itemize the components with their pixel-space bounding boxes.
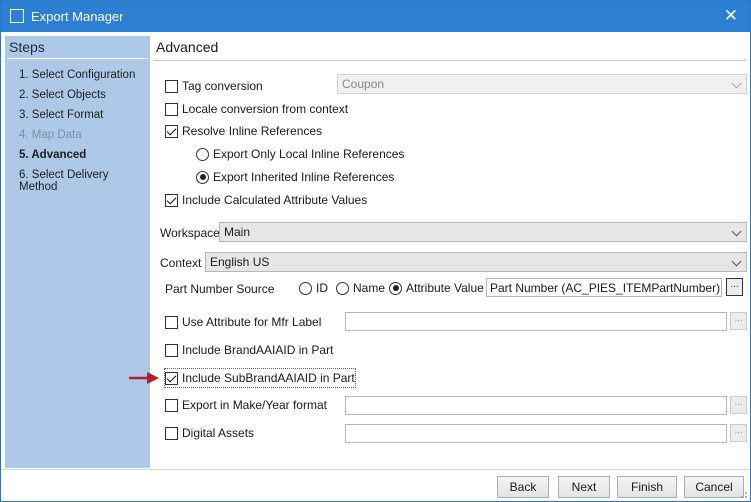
export-local-row[interactable]: Export Only Local Inline References bbox=[196, 145, 404, 163]
back-button[interactable]: Back bbox=[497, 476, 549, 498]
workspace-value: Main bbox=[224, 225, 251, 239]
step-select-configuration[interactable]: 1. Select Configuration bbox=[19, 69, 150, 89]
pns-name-radio[interactable] bbox=[336, 281, 349, 295]
app-icon bbox=[10, 9, 24, 23]
include-subbrand-row[interactable]: Include SubBrandAAIAID in Part bbox=[164, 368, 356, 388]
advanced-content: Advanced Tag conversion Coupon Locale co… bbox=[151, 32, 750, 469]
locale-conversion-checkbox[interactable] bbox=[165, 102, 178, 116]
export-local-radio[interactable] bbox=[196, 147, 209, 161]
include-calculated-row[interactable]: Include Calculated Attribute Values bbox=[165, 191, 367, 209]
locale-conversion-label: Locale conversion from context bbox=[182, 102, 349, 116]
use-attribute-mfr-checkbox[interactable] bbox=[165, 315, 178, 329]
include-brand-label: Include BrandAAIAID in Part bbox=[182, 343, 334, 357]
part-number-attribute-field[interactable]: Part Number (AC_PIES_ITEMPartNumber) bbox=[486, 278, 722, 297]
include-brand-checkbox[interactable] bbox=[165, 343, 178, 357]
context-combo[interactable]: English US bbox=[205, 252, 747, 272]
include-calculated-checkbox[interactable] bbox=[165, 193, 178, 207]
resolve-inline-label: Resolve Inline References bbox=[182, 124, 323, 138]
pns-name-option[interactable]: Name bbox=[336, 279, 385, 297]
digital-assets-browse-button: ... bbox=[730, 424, 747, 442]
digital-assets-row[interactable]: Digital Assets bbox=[165, 424, 254, 442]
next-button[interactable]: Next bbox=[558, 476, 610, 498]
resolve-inline-row[interactable]: Resolve Inline References bbox=[165, 122, 322, 140]
make-year-label: Export in Make/Year format bbox=[182, 398, 327, 412]
workspace-combo[interactable]: Main bbox=[219, 222, 747, 242]
pns-id-radio[interactable] bbox=[299, 281, 312, 295]
include-calculated-label: Include Calculated Attribute Values bbox=[182, 193, 368, 207]
include-subbrand-checkbox[interactable] bbox=[165, 371, 178, 385]
title-bar: Export Manager ✕ bbox=[1, 1, 750, 32]
make-year-field bbox=[345, 396, 727, 415]
chevron-down-icon bbox=[731, 226, 742, 237]
make-year-browse-button: ... bbox=[730, 396, 747, 414]
step-map-data: 4. Map Data bbox=[19, 129, 82, 141]
mfr-browse-button: ... bbox=[730, 312, 747, 330]
section-title: Advanced bbox=[156, 39, 219, 55]
export-manager-window: Export Manager ✕ Steps 1. Select Configu… bbox=[0, 0, 751, 502]
part-number-browse-button[interactable]: ... bbox=[726, 278, 743, 296]
tag-conversion-row[interactable]: Tag conversion bbox=[165, 77, 263, 95]
pns-attribute-option[interactable]: Attribute Value bbox=[389, 279, 484, 297]
tag-conversion-combo: Coupon bbox=[337, 74, 747, 94]
context-label: Context bbox=[160, 256, 202, 270]
use-attribute-mfr-label: Use Attribute for Mfr Label bbox=[182, 315, 322, 329]
export-inherited-radio[interactable] bbox=[196, 170, 209, 184]
include-brand-row[interactable]: Include BrandAAIAID in Part bbox=[165, 341, 333, 359]
make-year-checkbox[interactable] bbox=[165, 398, 178, 412]
pns-attribute-radio[interactable] bbox=[389, 281, 402, 295]
step-select-format[interactable]: 3. Select Format bbox=[19, 109, 150, 129]
step-advanced[interactable]: 5. Advanced bbox=[19, 149, 150, 169]
part-number-source-label: Part Number Source bbox=[165, 282, 275, 296]
chevron-down-icon bbox=[731, 256, 742, 267]
make-year-row[interactable]: Export in Make/Year format bbox=[165, 396, 327, 414]
tag-conversion-value: Coupon bbox=[342, 77, 385, 91]
pns-attribute-label: Attribute Value bbox=[406, 281, 484, 295]
steps-list: 1. Select Configuration 2. Select Object… bbox=[19, 69, 150, 193]
steps-header: Steps bbox=[9, 39, 45, 55]
pns-id-label: ID bbox=[316, 281, 328, 295]
step-select-objects[interactable]: 2. Select Objects bbox=[19, 89, 150, 109]
locale-conversion-row[interactable]: Locale conversion from context bbox=[165, 100, 348, 118]
finish-button[interactable]: Finish bbox=[617, 476, 677, 498]
pns-id-option[interactable]: ID bbox=[299, 279, 328, 297]
export-inherited-label: Export Inherited Inline References bbox=[213, 170, 395, 184]
footer-divider bbox=[1, 469, 750, 470]
digital-assets-checkbox[interactable] bbox=[165, 426, 178, 440]
resize-grip-icon[interactable] bbox=[738, 489, 748, 499]
mfr-attribute-field bbox=[345, 312, 727, 331]
tag-conversion-checkbox[interactable] bbox=[165, 79, 178, 93]
steps-divider bbox=[7, 58, 148, 59]
cancel-button[interactable]: Cancel bbox=[684, 476, 744, 498]
close-icon[interactable]: ✕ bbox=[724, 6, 738, 26]
window-title: Export Manager bbox=[31, 9, 124, 24]
pns-name-label: Name bbox=[353, 281, 386, 295]
arrow-right-icon bbox=[129, 372, 159, 384]
digital-assets-label: Digital Assets bbox=[182, 426, 255, 440]
chevron-down-icon bbox=[731, 78, 742, 89]
digital-assets-field bbox=[345, 424, 727, 443]
context-value: English US bbox=[210, 255, 270, 269]
steps-panel: Steps 1. Select Configuration 2. Select … bbox=[5, 36, 150, 468]
tag-conversion-label: Tag conversion bbox=[182, 79, 263, 93]
export-local-label: Export Only Local Inline References bbox=[213, 147, 405, 161]
resolve-inline-checkbox[interactable] bbox=[165, 124, 178, 138]
step-select-delivery-method[interactable]: 6. Select Delivery Method bbox=[19, 169, 150, 193]
workspace-label: Workspace bbox=[160, 226, 220, 240]
export-inherited-row[interactable]: Export Inherited Inline References bbox=[196, 168, 394, 186]
use-attribute-mfr-row[interactable]: Use Attribute for Mfr Label bbox=[165, 313, 321, 331]
include-subbrand-label: Include SubBrandAAIAID in Part bbox=[182, 371, 355, 385]
section-divider bbox=[154, 60, 746, 61]
part-number-attribute-value: Part Number (AC_PIES_ITEMPartNumber) bbox=[490, 280, 721, 295]
